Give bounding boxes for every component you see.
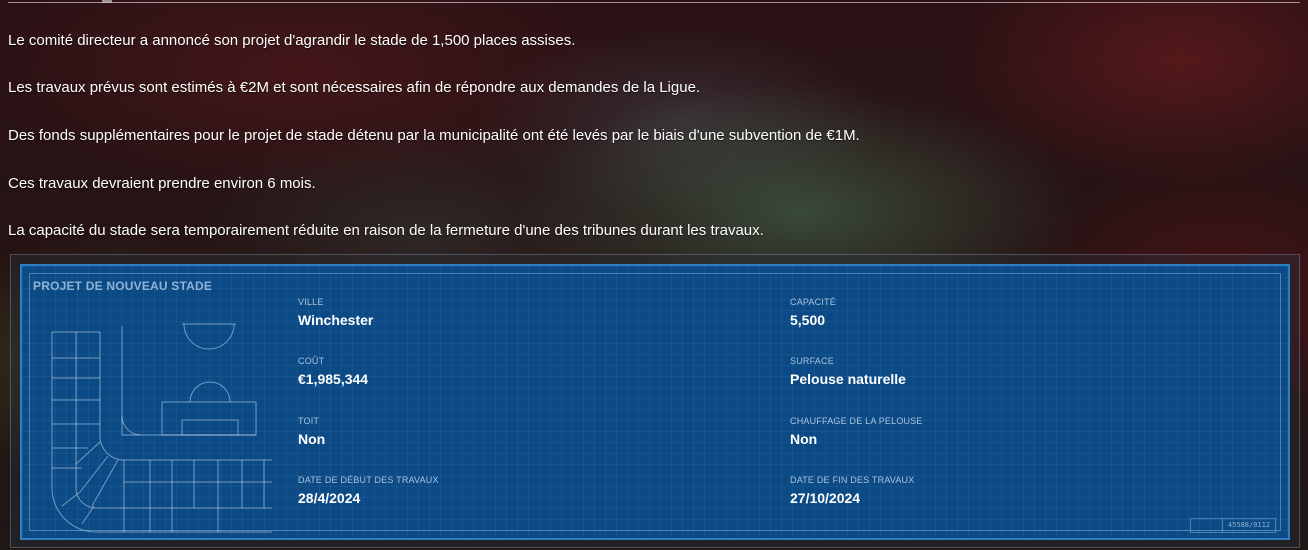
- end-date-label: DATE DE FIN DES TRAVAUX: [790, 475, 915, 485]
- cost-value: €1,985,344: [298, 371, 369, 387]
- city-label: VILLE: [298, 297, 324, 307]
- cost-label: COÛT: [298, 356, 325, 366]
- news-paragraph-1: Le comité directeur a annoncé son projet…: [8, 32, 576, 49]
- stadium-blueprint-icon: [51, 323, 272, 533]
- news-paragraph-4: Ces travaux devraient prendre environ 6 …: [8, 175, 316, 192]
- end-date-value: 27/10/2024: [790, 490, 861, 506]
- roof-value: Non: [298, 431, 326, 447]
- start-date-label: DATE DE DÉBUT DES TRAVAUX: [298, 475, 439, 485]
- news-paragraph-2: Les travaux prévus sont estimés à €2M et…: [8, 79, 701, 96]
- header-divider: [8, 2, 1300, 3]
- pitch-heating-value: Non: [790, 431, 818, 447]
- roof-label: TOIT: [298, 416, 320, 426]
- news-paragraph-5: La capacité du stade sera temporairement…: [8, 222, 764, 239]
- stadium-project-panel: PROJET DE NOUVEAU STADE VILLE Winchester…: [20, 264, 1290, 540]
- start-date-value: 28/4/2024: [298, 490, 361, 506]
- blueprint-stamp: 45588/0112: [1190, 518, 1276, 533]
- surface-label: SURFACE: [790, 356, 834, 366]
- capacity-value: 5,500: [790, 312, 826, 328]
- capacity-label: CAPACITÉ: [790, 297, 836, 307]
- stamp-code: 45588/0112: [1227, 521, 1271, 529]
- panel-title: PROJET DE NOUVEAU STADE: [33, 279, 213, 293]
- stamp-empty-cell: [1191, 519, 1223, 532]
- surface-value: Pelouse naturelle: [790, 371, 906, 387]
- pitch-heating-label: CHAUFFAGE DE LA PELOUSE: [790, 416, 923, 426]
- news-paragraph-3: Des fonds supplémentaires pour le projet…: [8, 127, 860, 144]
- city-value: Winchester: [298, 312, 374, 328]
- header-tab-marker: [102, 0, 112, 3]
